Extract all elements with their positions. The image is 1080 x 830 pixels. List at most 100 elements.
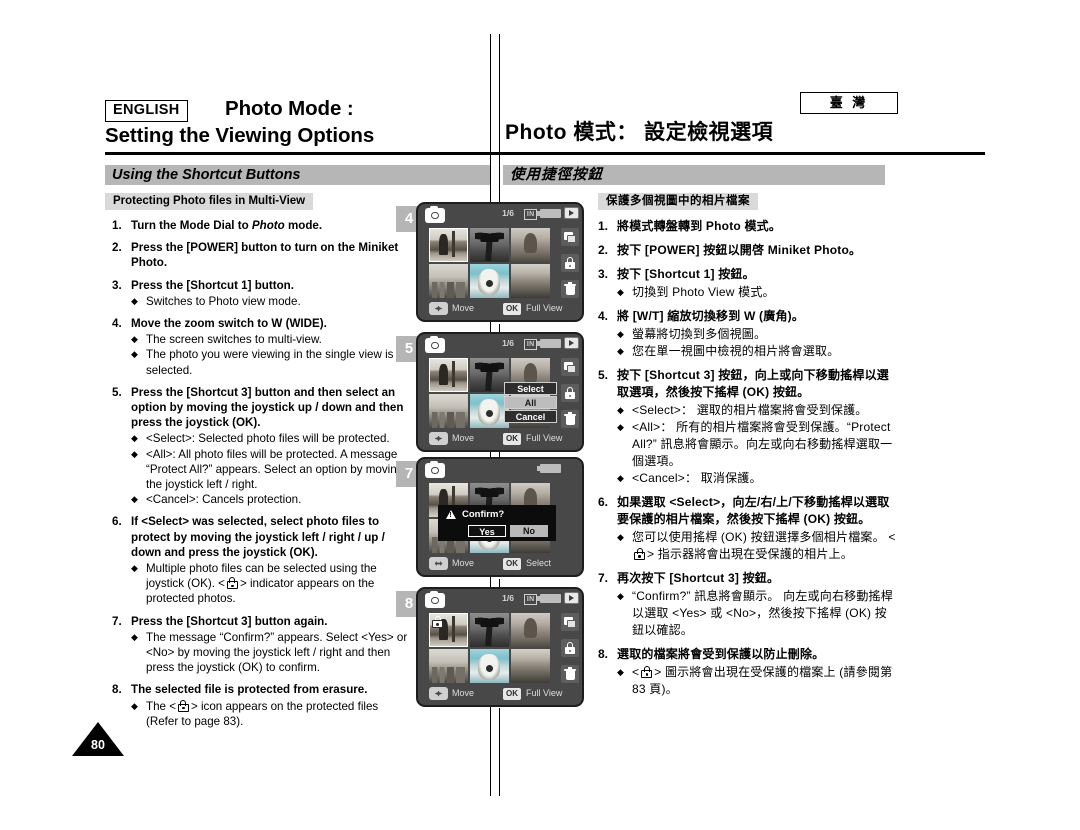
- thumbnail-grid[interactable]: [429, 613, 550, 683]
- thumbnail-item[interactable]: [469, 648, 510, 683]
- list-item: 6. If <Select> was selected, select phot…: [112, 514, 412, 606]
- thumbnail-item[interactable]: [429, 613, 469, 648]
- lcd-icon-rail: [560, 228, 580, 298]
- step-number: 4.: [112, 317, 122, 331]
- list-item: 3. Press the [Shortcut 1] button. ◆ Swit…: [112, 278, 412, 309]
- list-item: 4. 將 [W/T] 縮放切換移到 W (廣角)。 ◆ 螢幕將切換到多個視圖。 …: [598, 308, 898, 360]
- camera-icon: [425, 460, 445, 478]
- trash-icon[interactable]: [561, 410, 579, 428]
- camera-icon: [425, 335, 445, 353]
- ok-badge: OK: [503, 557, 521, 570]
- bullet-text: <All>: All photo files will be protected…: [146, 447, 404, 492]
- bullet-item: ◆ “Confirm?” 訊息將會顯示。 向左或向右移動搖桿以選取 <Yes> …: [617, 588, 898, 639]
- lock-icon: [641, 666, 653, 678]
- step-number: 1.: [598, 219, 609, 233]
- trash-icon[interactable]: [561, 280, 579, 298]
- joystick-icon: [429, 687, 448, 700]
- hint-ok-label: Select: [526, 557, 552, 568]
- thumbnail-item[interactable]: [469, 228, 510, 263]
- lcd-hint-bar: Move OK Full View: [418, 300, 582, 318]
- thumbnail-item[interactable]: [469, 263, 510, 298]
- thumbnail-item[interactable]: [469, 613, 510, 648]
- lcd-status-bar: 1/6 IN: [418, 589, 582, 611]
- list-item: 2. 按下 [POWER] 按鈕以開啓 Miniket Photo。: [598, 242, 898, 259]
- step-number: 2.: [598, 243, 609, 257]
- bullet-text: < > 圖示將會出現在受保護的檔案上 (請參閱第 83 頁)。: [632, 665, 893, 696]
- memory-internal-icon: IN: [524, 593, 537, 605]
- play-mode-icon[interactable]: [564, 337, 579, 349]
- bullet-text: <All>： 所有的相片檔案將會受到保護。“Protect All?” 訊息將會…: [632, 420, 893, 468]
- step-number: 8.: [112, 683, 122, 697]
- list-item: 8. The selected file is protected from e…: [112, 682, 412, 729]
- step-number: 7.: [112, 614, 122, 628]
- photo-counter: 1/6: [502, 593, 514, 603]
- list-item: 5. 按下 [Shortcut 3] 按鈕，向上或向下移動搖桿以選取選項，然後按…: [598, 367, 898, 487]
- list-item: 2. Press the [POWER] button to turn on t…: [112, 240, 412, 270]
- ok-badge: OK: [503, 687, 521, 700]
- photo-counter: 1/6: [502, 338, 514, 348]
- list-item: 1. Turn the Mode Dial to Photo mode.: [112, 218, 412, 233]
- hint-ok-label: Full View: [526, 302, 563, 313]
- ok-badge: OK: [503, 432, 521, 445]
- thumbnail-item[interactable]: [429, 648, 469, 683]
- play-mode-icon[interactable]: [564, 207, 579, 219]
- lcd-hint-bar: Move OK Select: [418, 555, 582, 573]
- lcd-status-bar: 1/6 IN: [418, 334, 582, 356]
- menu-item-cancel[interactable]: Cancel: [504, 410, 557, 423]
- copy-icon[interactable]: [561, 228, 579, 246]
- warning-icon: [446, 510, 456, 519]
- no-button[interactable]: No: [510, 525, 548, 537]
- lock-icon[interactable]: [561, 384, 579, 402]
- step-number: 6.: [112, 515, 122, 529]
- lcd-status-bar: [418, 459, 582, 481]
- list-item: 5. Press the [Shortcut 3] button and the…: [112, 385, 412, 508]
- thumbnail-item[interactable]: [510, 228, 550, 263]
- bullet-text: <Cancel>： 取消保護。: [632, 471, 762, 485]
- page-number: 80: [91, 738, 105, 752]
- bullet-item: ◆ <Cancel>: Cancels protection.: [131, 492, 412, 507]
- camera-icon: [425, 205, 445, 223]
- protect-option-menu[interactable]: Select All Cancel: [504, 382, 557, 424]
- step-number: 2.: [112, 241, 122, 255]
- lock-icon[interactable]: [561, 639, 579, 657]
- trash-icon[interactable]: [561, 665, 579, 683]
- bullet-item: ◆ The screen switches to multi-view.: [131, 332, 412, 347]
- thumbnail-item[interactable]: [429, 263, 469, 298]
- thumbnail-item[interactable]: [510, 263, 550, 298]
- bullet-text: 您在單一視圖中檢視的相片將會選取。: [632, 344, 840, 358]
- thumbnail-grid[interactable]: [429, 228, 550, 298]
- copy-icon[interactable]: [561, 613, 579, 631]
- diamond-bullet-icon: ◆: [131, 433, 138, 444]
- region-badge: 臺 灣: [800, 92, 898, 114]
- hint-move-label: Move: [452, 302, 475, 313]
- thumbnail-item[interactable]: [429, 393, 469, 428]
- bullet-text: <Select>: Selected photo files will be p…: [146, 432, 390, 446]
- thumbnail-item[interactable]: [429, 358, 469, 393]
- lcd-screen: Confirm? Yes No Move OK Select: [416, 457, 584, 577]
- battery-icon: [537, 209, 561, 218]
- step-text: The selected file is protected from eras…: [131, 683, 368, 697]
- lcd-screen: 1/6 IN Move OK Full View: [416, 202, 584, 322]
- joystick-icon: [429, 302, 448, 315]
- thumbnail-item[interactable]: [510, 648, 550, 683]
- battery-icon: [537, 339, 561, 348]
- page-number-badge: 80: [72, 722, 124, 756]
- copy-icon[interactable]: [561, 358, 579, 376]
- subsection-chip-en: Protecting Photo files in Multi-View: [105, 193, 314, 210]
- screen-connector-line: [499, 708, 501, 796]
- bullet-item: ◆ 切換到 Photo View 模式。: [617, 284, 898, 301]
- bullet-item: ◆ The < > icon appears on the protected f…: [131, 699, 412, 729]
- thumbnail-item[interactable]: [429, 228, 469, 263]
- battery-icon: [537, 594, 561, 603]
- yes-button[interactable]: Yes: [468, 525, 506, 537]
- hint-move-label: Move: [452, 687, 475, 698]
- bullet-text: 螢幕將切換到多個視圖。: [632, 327, 767, 341]
- menu-item-all[interactable]: All: [504, 396, 557, 409]
- bullet-text: “Confirm?” 訊息將會顯示。 向左或向右移動搖桿以選取 <Yes> 或 …: [632, 589, 893, 637]
- step-text: Press the [Shortcut 3] button again.: [131, 614, 328, 628]
- lcd-icon-rail: [560, 613, 580, 683]
- lock-icon[interactable]: [561, 254, 579, 272]
- thumbnail-item[interactable]: [510, 613, 550, 648]
- menu-item-select[interactable]: Select: [504, 382, 557, 395]
- play-mode-icon[interactable]: [564, 592, 579, 604]
